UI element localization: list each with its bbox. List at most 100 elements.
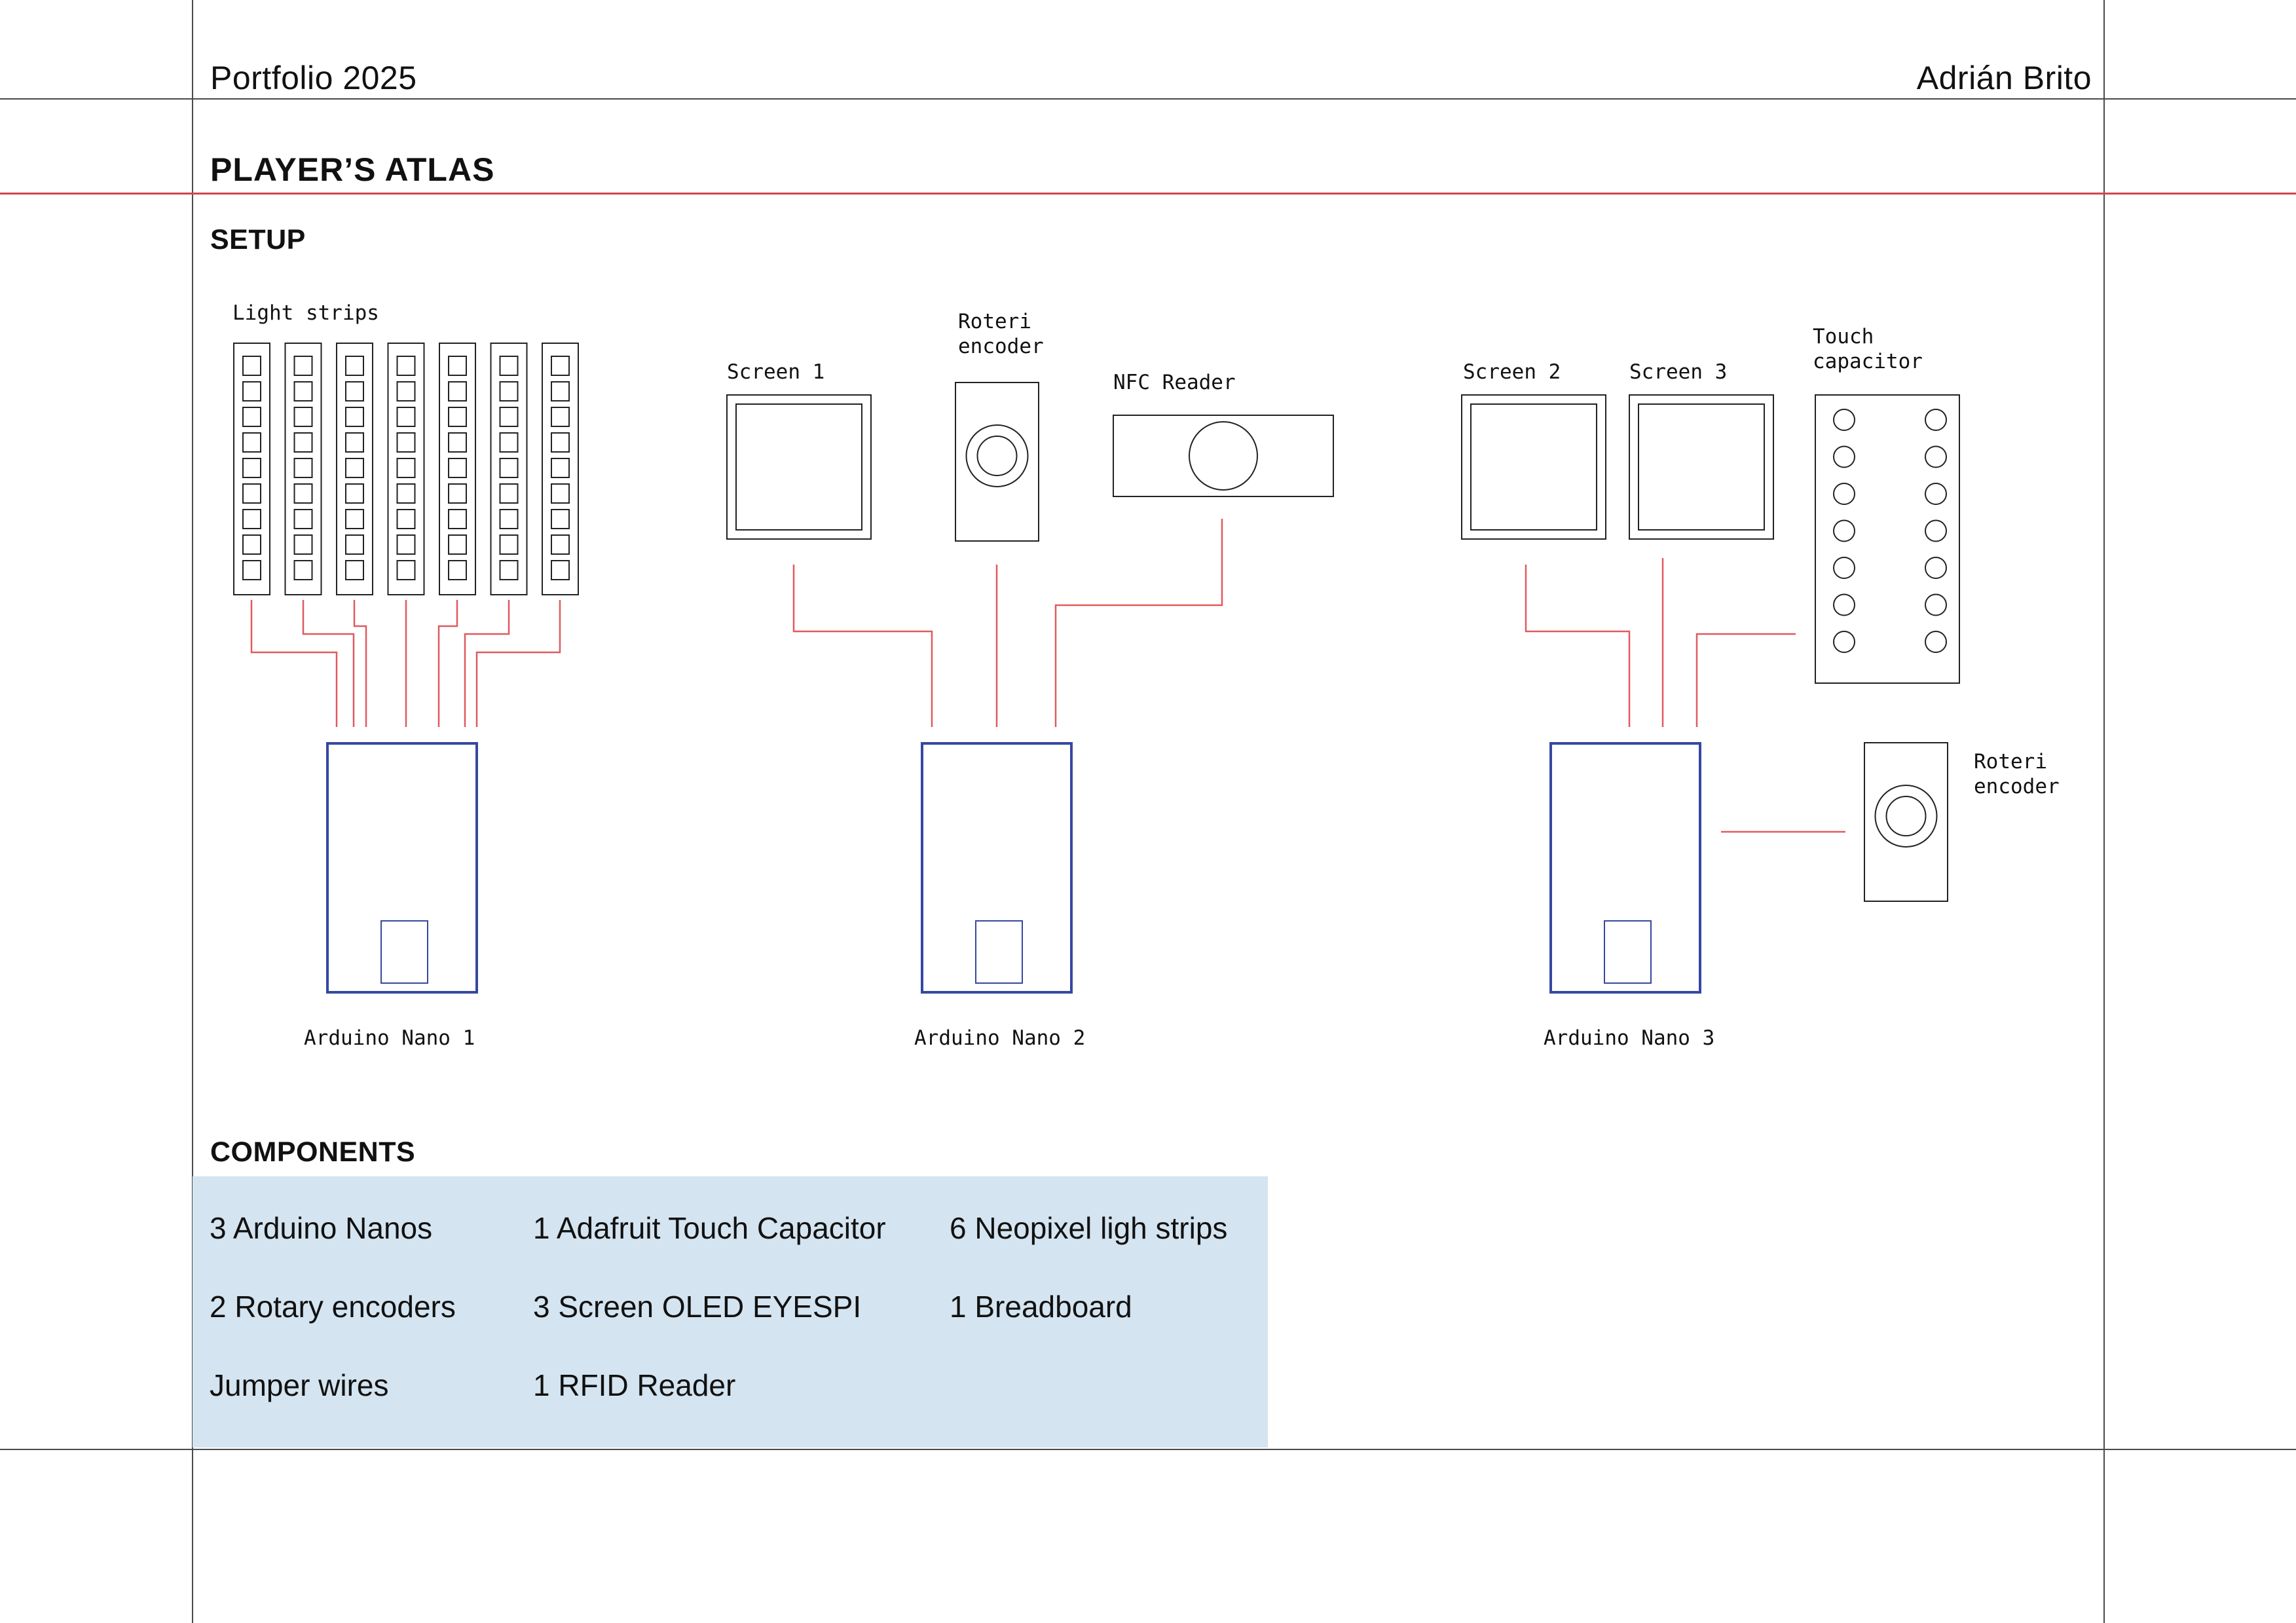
label-nfc-reader: NFC Reader	[1113, 371, 1236, 394]
label-screen-2: Screen 2	[1463, 360, 1561, 384]
rotary-encoder-1	[955, 382, 1039, 542]
arduino-nano-3	[1549, 742, 1701, 994]
led-cell	[293, 560, 313, 580]
touch-pad	[1925, 409, 1947, 431]
label-arduino-1: Arduino Nano 1	[304, 1026, 475, 1050]
label-touch-line1: Touch	[1813, 325, 1874, 348]
led-cell	[396, 407, 416, 427]
led-cell	[242, 458, 261, 478]
led-cell	[448, 432, 467, 453]
led-cell	[499, 509, 519, 529]
light-strip	[387, 343, 425, 595]
led-cell	[499, 381, 519, 401]
screen-2	[1461, 394, 1606, 540]
label-arduino-2: Arduino Nano 2	[914, 1026, 1085, 1050]
led-cell	[396, 458, 416, 478]
light-strip	[490, 343, 528, 595]
component-item: Jumper wires	[210, 1368, 389, 1402]
component-item: 6 Neopixel ligh strips	[950, 1211, 1228, 1245]
wire	[302, 600, 355, 727]
arduino-nano-2-usb-port	[975, 920, 1023, 984]
label-screen-3: Screen 3	[1629, 360, 1727, 384]
led-cell	[448, 381, 467, 401]
touch-pad	[1925, 445, 1947, 468]
led-cell	[242, 560, 261, 580]
led-cell	[345, 483, 364, 504]
led-cell	[448, 509, 467, 529]
led-cell	[242, 381, 261, 401]
wire	[437, 600, 458, 727]
led-cell	[448, 560, 467, 580]
arduino-nano-1-usb-port	[380, 920, 428, 984]
wire	[353, 600, 367, 727]
led-cell	[396, 356, 416, 376]
led-cell	[499, 534, 519, 555]
arduino-nano-1	[326, 742, 478, 994]
screen-2-display	[1470, 403, 1597, 531]
led-cell	[242, 483, 261, 504]
touch-pad	[1833, 445, 1855, 468]
wire	[250, 600, 338, 727]
led-cell	[345, 509, 364, 529]
components-heading: COMPONENTS	[210, 1136, 416, 1168]
light-strip	[336, 343, 373, 595]
screen-3	[1629, 394, 1774, 540]
led-cell	[448, 356, 467, 376]
rotary-encoder-2-knob-inner	[1885, 796, 1927, 836]
diagram-labels: Light strips Screen 1 Roteri encoder NFC…	[232, 301, 2060, 1050]
touch-pad	[1925, 519, 1947, 542]
wire	[1525, 565, 1631, 727]
led-cell	[345, 458, 364, 478]
led-cell	[293, 432, 313, 453]
led-cell	[293, 381, 313, 401]
led-cell	[293, 534, 313, 555]
touch-pad	[1833, 519, 1855, 542]
led-cell	[396, 432, 416, 453]
component-item: 3 Arduino Nanos	[210, 1211, 433, 1245]
led-cell	[396, 483, 416, 504]
light-strips	[233, 343, 579, 595]
led-cell	[499, 356, 519, 376]
led-cell	[499, 432, 519, 453]
label-rotary-1-line1: Roteri	[958, 310, 1031, 333]
component-item: 3 Screen OLED EYESPI	[533, 1290, 862, 1324]
screen-3-display	[1638, 403, 1765, 531]
led-cell	[293, 458, 313, 478]
led-cell	[396, 534, 416, 555]
led-cell	[551, 483, 570, 504]
led-cell	[293, 483, 313, 504]
screen-1-display	[735, 403, 862, 531]
touch-pad	[1925, 483, 1947, 505]
wire	[1695, 633, 1796, 727]
wire	[1054, 519, 1223, 727]
component-item: 1 RFID Reader	[533, 1368, 736, 1402]
led-cell	[293, 356, 313, 376]
led-cell	[293, 407, 313, 427]
led-cell	[499, 458, 519, 478]
led-cell	[396, 509, 416, 529]
component-item: 1 Breadboard	[950, 1290, 1132, 1324]
label-rotary-2-line1: Roteri	[1974, 750, 2047, 774]
led-cell	[396, 560, 416, 580]
led-cell	[551, 458, 570, 478]
light-strip	[284, 343, 322, 595]
label-light-strips: Light strips	[232, 301, 379, 325]
arduino-nano-3-usb-port	[1604, 920, 1652, 984]
led-cell	[242, 432, 261, 453]
led-cell	[551, 560, 570, 580]
arduino-nano-2	[921, 742, 1073, 994]
rotary-encoder-2-knob-outer	[1874, 785, 1938, 848]
touch-pad	[1833, 631, 1855, 653]
rotary-encoder-2	[1864, 742, 1948, 902]
label-rotary-2-line2: encoder	[1974, 775, 2060, 798]
led-cell	[345, 356, 364, 376]
nfc-antenna	[1189, 421, 1258, 491]
rotary-encoder-1-knob-inner	[976, 436, 1018, 476]
led-cell	[499, 483, 519, 504]
led-cell	[448, 458, 467, 478]
touch-pad	[1833, 483, 1855, 505]
led-cell	[242, 407, 261, 427]
label-screen-1: Screen 1	[727, 360, 824, 384]
led-cell	[551, 407, 570, 427]
led-cell	[551, 534, 570, 555]
